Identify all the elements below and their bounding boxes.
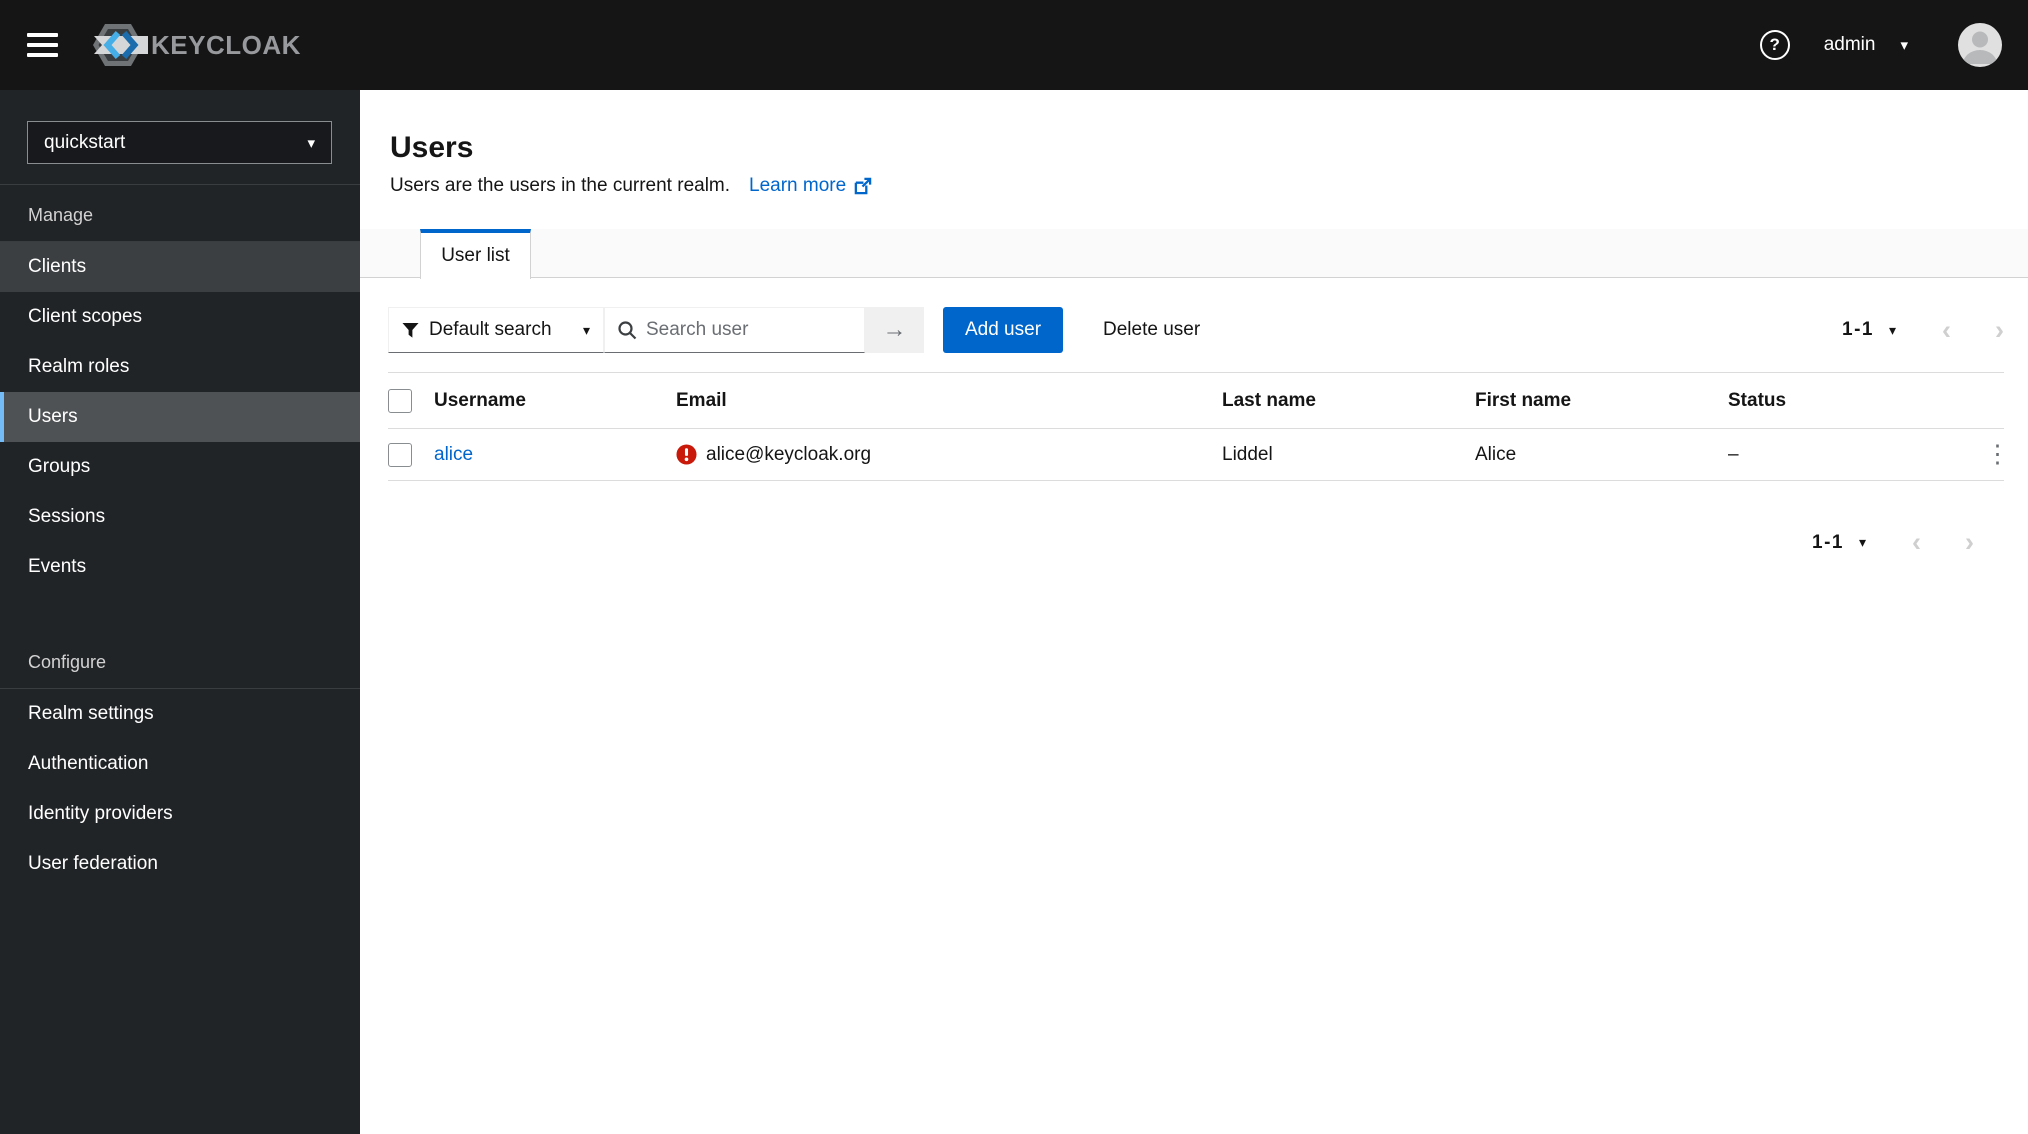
nav-section-manage: Manage (0, 185, 360, 242)
sidebar-item-realm-roles[interactable]: Realm roles (0, 342, 360, 392)
status-value: – (1728, 443, 1739, 465)
page-subtitle: Users are the users in the current realm… (390, 175, 2004, 197)
column-last-name: Last name (1222, 389, 1316, 411)
search-type-label: Default search (429, 319, 552, 340)
pagination-options-toggle[interactable]: ▾ (1889, 322, 1896, 339)
last-name-value: Liddel (1222, 443, 1273, 465)
column-status: Status (1728, 389, 1787, 411)
arrow-right-icon: → (882, 316, 907, 343)
sidebar-item-client-scopes[interactable]: Client scopes (0, 292, 360, 342)
next-page-button[interactable]: › (1965, 529, 1974, 556)
column-email: Email (676, 389, 727, 411)
search-submit-button[interactable]: → (865, 307, 924, 353)
sidebar-item-events[interactable]: Events (0, 542, 360, 592)
sidebar-item-users[interactable]: Users (0, 392, 360, 442)
user-list-panel: Default search ▾ → Add user Dele (360, 278, 2028, 1134)
chevron-down-icon: ▾ (1900, 37, 1908, 54)
page-subtitle-text: Users are the users in the current realm… (390, 175, 731, 196)
select-all-checkbox[interactable] (388, 388, 412, 413)
email-unverified-icon (676, 444, 697, 465)
table-row: alice alice@keycloak.org Liddel Alice – (388, 429, 2010, 481)
keycloak-logo-icon: KEYCLOAK (93, 24, 301, 66)
email-value: alice@keycloak.org (706, 443, 872, 465)
previous-page-button[interactable]: ‹ (1912, 529, 1921, 556)
pagination-range: 1-1 (1812, 531, 1844, 553)
realm-name: quickstart (44, 131, 126, 153)
search-field (604, 307, 865, 353)
search-input[interactable] (646, 319, 852, 341)
sidebar-item-identity-providers[interactable]: Identity providers (0, 789, 360, 839)
svg-text:KEYCLOAK: KEYCLOAK (151, 30, 301, 60)
hamburger-menu-icon[interactable] (27, 33, 58, 57)
sidebar: quickstart ▾ Manage Clients Client scope… (0, 90, 360, 1134)
filter-icon (402, 322, 419, 338)
help-icon[interactable]: ? (1759, 30, 1790, 60)
search-icon (618, 321, 637, 340)
chevron-down-icon: ▾ (307, 134, 315, 152)
add-user-button[interactable]: Add user (943, 307, 1063, 353)
pagination-range: 1-1 (1842, 319, 1874, 340)
keycloak-logo[interactable]: KEYCLOAK (93, 21, 303, 69)
user-dropdown[interactable]: admin ▾ (1824, 34, 1908, 56)
sidebar-item-user-federation[interactable]: User federation (0, 839, 360, 889)
avatar[interactable] (1958, 23, 2002, 67)
delete-user-button[interactable]: Delete user (1103, 319, 1200, 341)
tab-bar: User list (360, 229, 2028, 279)
page-header: Users Users are the users in the current… (360, 90, 2028, 197)
tab-user-list[interactable]: User list (420, 229, 531, 279)
next-page-button[interactable]: › (1995, 316, 2004, 344)
sidebar-item-groups[interactable]: Groups (0, 442, 360, 492)
pagination-bottom: 1-1 ▾ ‹ › (1812, 529, 1974, 556)
row-actions-kebab-icon[interactable]: ⋮ (1985, 442, 2012, 467)
sidebar-item-authentication[interactable]: Authentication (0, 739, 360, 789)
chevron-down-icon: ▾ (582, 321, 590, 338)
learn-more-link[interactable]: Learn more (749, 175, 872, 197)
keycloak-admin-console: KEYCLOAK ? admin ▾ quickstart ▾ Manage C… (0, 0, 2028, 1134)
realm-selector-section: quickstart ▾ (0, 90, 360, 185)
previous-page-button[interactable]: ‹ (1942, 316, 1951, 344)
column-username: Username (434, 389, 526, 411)
users-table: Username Email Last name First name Stat… (388, 372, 2010, 481)
table-header-row: Username Email Last name First name Stat… (388, 373, 2004, 429)
pagination-top: 1-1 ▾ ‹ › (1842, 316, 2004, 344)
toolbar: Default search ▾ → Add user Dele (388, 307, 2004, 353)
column-first-name: First name (1475, 389, 1572, 411)
external-link-icon (854, 177, 872, 194)
page-title: Users (390, 131, 474, 164)
pagination-options-toggle[interactable]: ▾ (1859, 534, 1866, 551)
avatar-person-icon (1963, 31, 1997, 64)
search-type-dropdown[interactable]: Default search ▾ (388, 307, 604, 353)
sidebar-item-realm-settings[interactable]: Realm settings (0, 689, 360, 739)
main-content: Users Users are the users in the current… (360, 90, 2028, 1134)
nav-section-configure: Configure (0, 632, 360, 689)
username-label: admin (1823, 34, 1876, 55)
realm-selector[interactable]: quickstart ▾ (27, 121, 332, 164)
masthead-actions: ? admin ▾ (1759, 23, 2002, 67)
row-checkbox[interactable] (388, 442, 412, 467)
pagination-bottom-row: 1-1 ▾ ‹ › (388, 529, 2004, 556)
help-glyph: ? (1769, 35, 1780, 54)
masthead: KEYCLOAK ? admin ▾ (0, 0, 2028, 90)
username-link[interactable]: alice (434, 444, 473, 465)
sidebar-item-sessions[interactable]: Sessions (0, 492, 360, 542)
first-name-value: Alice (1475, 443, 1517, 465)
sidebar-item-clients[interactable]: Clients (0, 242, 360, 292)
